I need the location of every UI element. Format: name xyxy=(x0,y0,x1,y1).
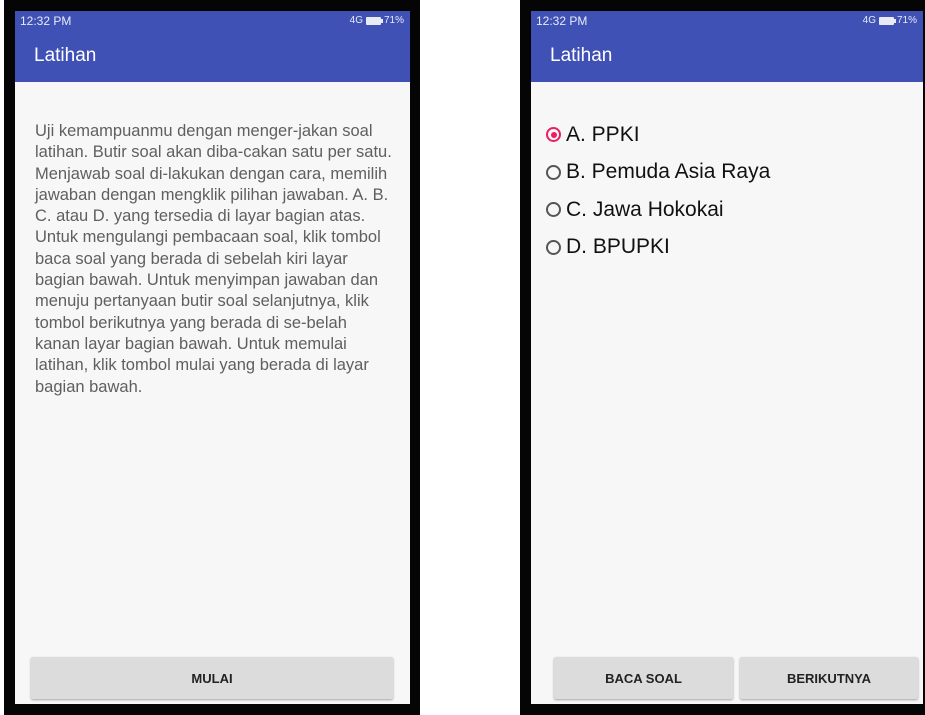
answer-option-c[interactable]: C. Jawa Hokokai xyxy=(546,191,770,229)
battery-icon xyxy=(878,16,896,25)
instructions-text: Uji kemampuanmu dengan menger-jakan soal… xyxy=(35,122,392,396)
answer-label: D. BPUPKI xyxy=(566,235,670,259)
answer-option-b[interactable]: B. Pemuda Asia Raya xyxy=(546,154,770,192)
answer-label: A. PPKI xyxy=(566,122,640,146)
instructions-screen: 12:32 PM 4G 71% Latihan Uji kemampuanmu … xyxy=(15,11,410,704)
signal-icon: 4G xyxy=(862,15,876,26)
battery-icon xyxy=(365,16,383,25)
signal-icon: 4G xyxy=(349,15,363,26)
app-title: Latihan xyxy=(34,45,97,66)
next-button[interactable]: BERIKUTNYA xyxy=(740,657,918,699)
radio-button-icon[interactable] xyxy=(546,202,561,218)
status-bar: 12:32 PM 4G 71% xyxy=(531,11,923,30)
app-title: Latihan xyxy=(550,45,613,66)
start-button[interactable]: MULAI xyxy=(31,657,393,699)
radio-button-icon[interactable] xyxy=(546,239,561,255)
phone-frame-left: 12:32 PM 4G 71% Latihan Uji kemampuanmu … xyxy=(4,0,420,715)
status-time: 12:32 PM xyxy=(20,13,72,28)
phone-frame-right: 12:32 PM 4G 71% Latihan A. PPKI B. Pemud… xyxy=(520,0,925,715)
answer-option-d[interactable]: D. BPUPKI xyxy=(546,229,770,267)
radio-button-icon[interactable] xyxy=(546,127,561,143)
answer-radio-group: A. PPKI B. Pemuda Asia Raya C. Jawa Hoko… xyxy=(546,116,770,266)
app-bar: Latihan xyxy=(15,30,410,82)
radio-button-icon[interactable] xyxy=(546,164,561,180)
answer-label: B. Pemuda Asia Raya xyxy=(566,160,771,184)
answer-option-a[interactable]: A. PPKI xyxy=(546,116,770,154)
app-bar: Latihan xyxy=(531,30,923,82)
read-question-button[interactable]: BACA SOAL xyxy=(554,657,733,699)
battery-percent: 71% xyxy=(896,15,917,26)
status-bar: 12:32 PM 4G 71% xyxy=(15,11,410,30)
status-time: 12:32 PM xyxy=(536,13,588,28)
answer-label: C. Jawa Hokokai xyxy=(566,197,724,221)
quiz-screen: 12:32 PM 4G 71% Latihan A. PPKI B. Pemud… xyxy=(531,11,923,704)
battery-percent: 71% xyxy=(383,15,404,26)
